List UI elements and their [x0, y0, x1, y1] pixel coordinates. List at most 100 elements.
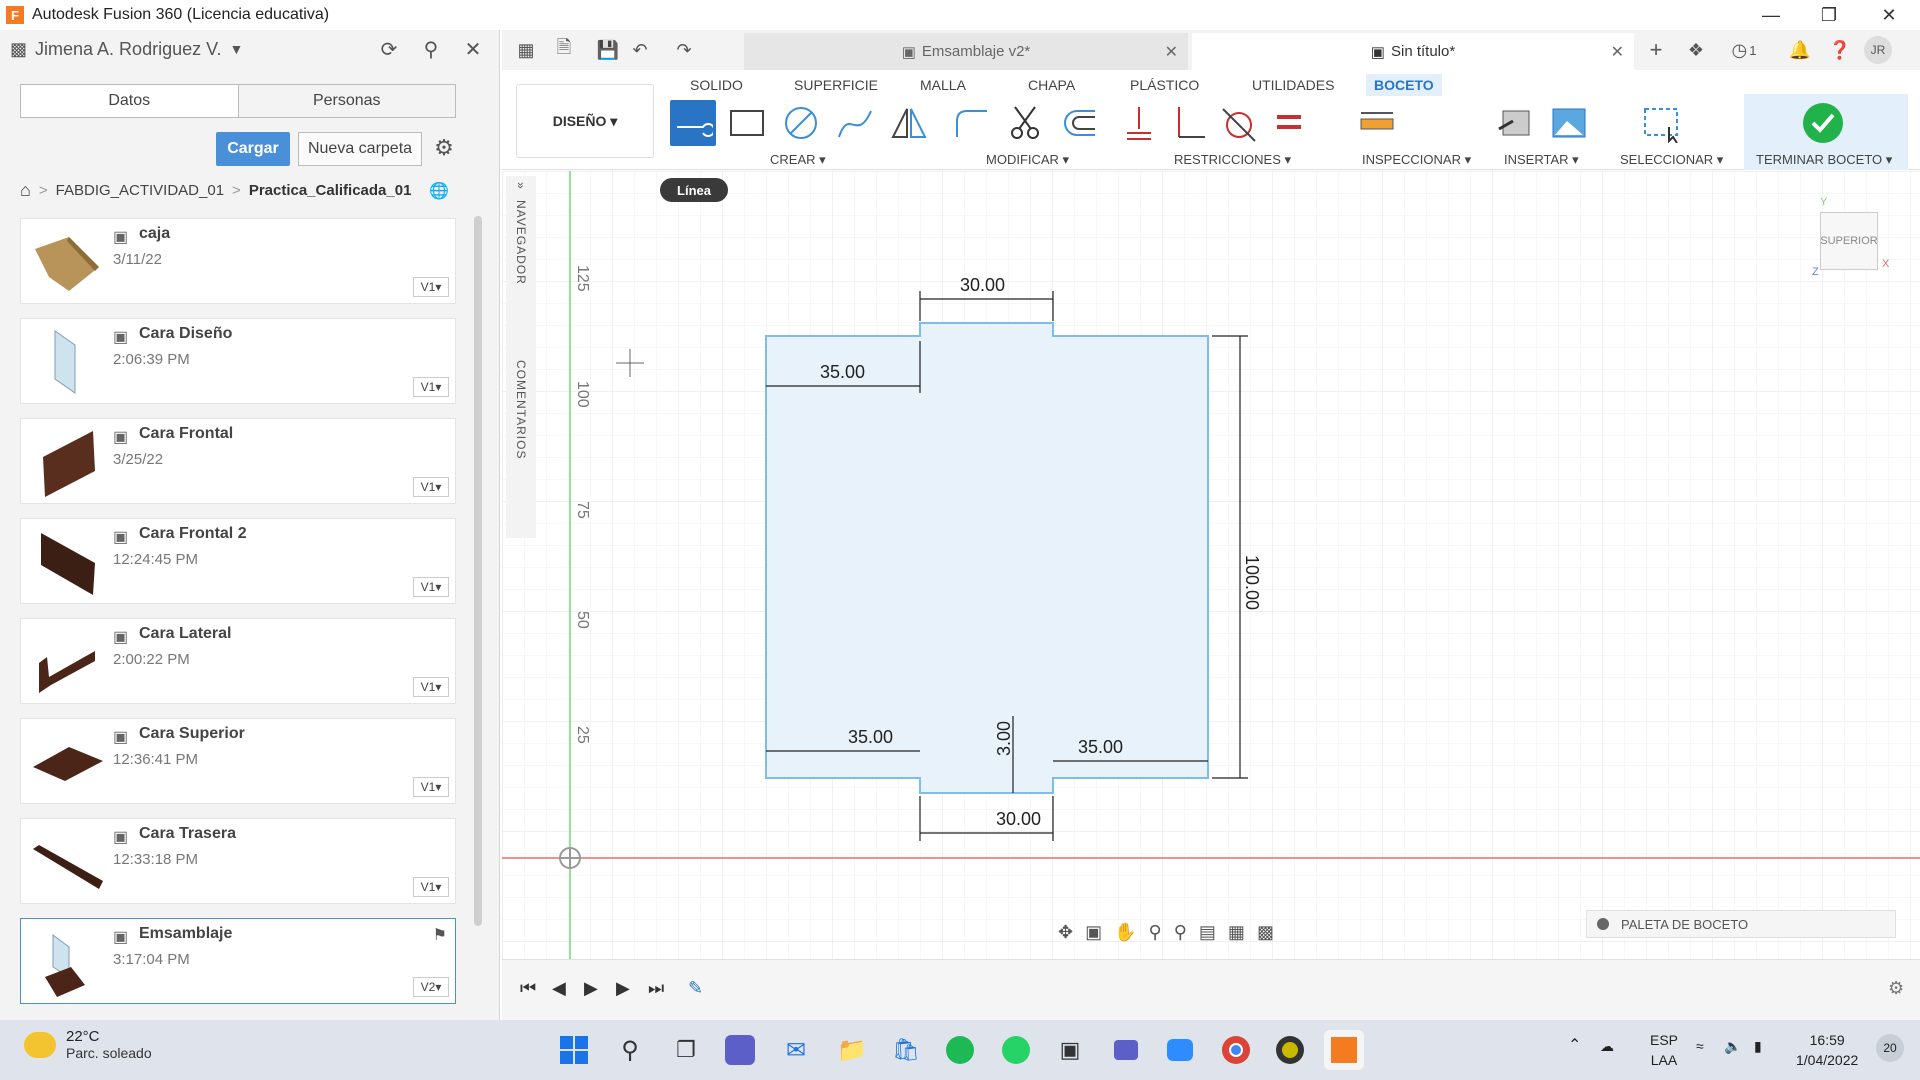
job-status-icon[interactable]: ◷ 1: [1722, 36, 1766, 64]
orbit-icon[interactable]: ✥: [1058, 922, 1073, 943]
fillet-tool-button[interactable]: [948, 100, 994, 146]
spotify-icon[interactable]: [940, 1030, 980, 1070]
app-icon[interactable]: [1270, 1030, 1310, 1070]
file-menu-icon[interactable]: 🗎: [550, 36, 578, 64]
chrome-icon[interactable]: [1216, 1030, 1256, 1070]
save-icon[interactable]: 💾: [594, 36, 622, 64]
display-settings-icon[interactable]: ▤: [1199, 922, 1216, 943]
timeline-settings-icon[interactable]: ⚙: [1888, 978, 1904, 999]
look-at-icon[interactable]: ▣: [1085, 922, 1102, 943]
version-dropdown[interactable]: V1 ▾: [413, 577, 449, 597]
sketch-timeline-item-icon[interactable]: ✎: [688, 978, 703, 999]
file-explorer-icon[interactable]: 📁: [832, 1030, 872, 1070]
tab-boceto[interactable]: BOCETO: [1366, 74, 1442, 96]
notification-badge[interactable]: 20: [1876, 1034, 1904, 1062]
insert-derive-button[interactable]: [1492, 100, 1538, 146]
list-item[interactable]: ▣ Cara Trasera 12:33:18 PM V1 ▾: [20, 818, 456, 904]
navigator-toggle[interactable]: »: [514, 182, 528, 190]
tab-superficie[interactable]: SUPERFICIE: [786, 74, 886, 96]
help-icon[interactable]: ❓: [1826, 36, 1854, 64]
list-item[interactable]: ▣ Cara Superior 12:36:41 PM V1 ▾: [20, 718, 456, 804]
clock[interactable]: 16:59 1/04/2022: [1796, 1030, 1858, 1070]
version-dropdown[interactable]: V1 ▾: [413, 477, 449, 497]
sketch-palette[interactable]: PALETA DE BOCETO: [1586, 910, 1896, 938]
chat-icon[interactable]: [725, 1035, 755, 1065]
group-crear[interactable]: CREAR ▾: [770, 152, 826, 168]
store-icon[interactable]: 🛍: [886, 1030, 926, 1070]
start-icon[interactable]: [554, 1030, 594, 1070]
search-icon[interactable]: ⚲: [610, 1030, 650, 1070]
grid-icon[interactable]: ▦: [1228, 922, 1245, 943]
upload-button[interactable]: Cargar: [216, 132, 290, 166]
spline-tool-button[interactable]: [832, 100, 878, 146]
tab-plastico[interactable]: PLÁSTICO: [1122, 74, 1207, 96]
share-globe-icon[interactable]: 🌐: [429, 181, 449, 201]
language-indicator[interactable]: ESP LAA: [1650, 1030, 1678, 1070]
teams-icon[interactable]: [1106, 1030, 1146, 1070]
close-icon[interactable]: ✕: [459, 35, 487, 63]
list-item[interactable]: ▣ Cara Lateral 2:00:22 PM V1 ▾: [20, 618, 456, 704]
insert-image-button[interactable]: [1546, 100, 1592, 146]
tab-sin-titulo[interactable]: ▣ Sin título* ✕: [1192, 33, 1634, 70]
restore-button[interactable]: ❐: [1800, 0, 1858, 30]
avatar[interactable]: JR: [1864, 36, 1892, 64]
redo-icon[interactable]: ↷: [670, 36, 698, 64]
equal-constraint-button[interactable]: [1266, 100, 1312, 146]
user-name[interactable]: Jimena A. Rodriguez V.: [35, 39, 221, 60]
extensions-icon[interactable]: ❖: [1682, 36, 1710, 64]
refresh-icon[interactable]: ⟳: [375, 35, 403, 63]
mirror-tool-button[interactable]: [886, 100, 932, 146]
coincident-constraint-button[interactable]: [1116, 100, 1162, 146]
offset-tool-button[interactable]: [1056, 100, 1102, 146]
list-item[interactable]: ▣ Cara Diseño 2:06:39 PM V1 ▾: [20, 318, 456, 404]
home-icon[interactable]: ⌂: [20, 180, 31, 201]
volume-icon[interactable]: 🔈: [1724, 1036, 1741, 1056]
step-back-icon[interactable]: ◀: [552, 978, 566, 999]
battery-icon[interactable]: ▮: [1754, 1036, 1762, 1056]
weather-widget[interactable]: 22°C Parc. soleado: [24, 1028, 152, 1061]
chevron-down-icon[interactable]: ▼: [229, 41, 243, 57]
dimension-label[interactable]: 35.00: [848, 727, 893, 747]
comments-label[interactable]: COMENTARIOS: [514, 360, 528, 459]
group-seleccionar[interactable]: SELECCIONAR ▾: [1620, 152, 1723, 168]
select-tool-button[interactable]: [1638, 100, 1684, 146]
app-grid-icon[interactable]: ▦: [512, 36, 540, 64]
whatsapp-icon[interactable]: [996, 1030, 1036, 1070]
workspace-selector[interactable]: DISEÑO ▾: [516, 84, 654, 158]
new-folder-button[interactable]: Nueva carpeta: [298, 132, 422, 166]
tab-malla[interactable]: MALLA: [912, 74, 974, 96]
zoom-app-icon[interactable]: [1160, 1030, 1200, 1070]
circle-tool-button[interactable]: [778, 100, 824, 146]
tab-utilidades[interactable]: UTILIDADES: [1244, 74, 1342, 96]
sketch-canvas[interactable]: 125 100 75 50 25 30.00 35.00 100.00 35.0…: [502, 171, 1920, 959]
list-item[interactable]: ▣ caja 3/11/22 V1 ▾: [20, 218, 456, 304]
sketch-profile[interactable]: [765, 322, 1209, 794]
line-tool-button[interactable]: [670, 100, 716, 146]
tray-overflow-icon[interactable]: ⌃: [1568, 1036, 1581, 1056]
notifications-icon[interactable]: 🔔: [1786, 36, 1814, 64]
list-item[interactable]: ▣ Emsamblaje 3:17:04 PM ⚑ V2 ▾: [20, 918, 456, 1004]
version-dropdown[interactable]: V1 ▾: [413, 277, 449, 297]
onedrive-icon[interactable]: ☁: [1600, 1036, 1614, 1056]
dimension-label[interactable]: 30.00: [996, 809, 1041, 829]
version-dropdown[interactable]: V2 ▾: [413, 977, 449, 997]
version-dropdown[interactable]: V1 ▾: [413, 677, 449, 697]
tangent-constraint-button[interactable]: [1216, 100, 1262, 146]
group-inspeccionar[interactable]: INSPECCIONAR ▾: [1362, 152, 1471, 168]
tab-datos[interactable]: Datos: [21, 85, 238, 117]
go-to-end-icon[interactable]: ⏭: [648, 978, 664, 999]
search-icon[interactable]: ⚲: [417, 35, 445, 63]
file-list-scrollbar[interactable]: [474, 216, 482, 926]
perpendicular-constraint-button[interactable]: [1166, 100, 1212, 146]
tab-personas[interactable]: Personas: [237, 85, 455, 117]
expand-icon[interactable]: [1597, 918, 1609, 930]
group-restricciones[interactable]: RESTRICCIONES ▾: [1174, 152, 1291, 168]
tab-emsamblaje[interactable]: ▣ Emsamblaje v2* ✕: [744, 33, 1188, 70]
version-dropdown[interactable]: V1 ▾: [413, 377, 449, 397]
undo-icon[interactable]: ↶: [626, 36, 654, 64]
breadcrumb-project[interactable]: FABDIG_ACTIVIDAD_01: [56, 182, 224, 199]
go-to-start-icon[interactable]: ⏮: [520, 978, 536, 999]
list-item[interactable]: ▣ Cara Frontal 2 12:24:45 PM V1 ▾: [20, 518, 456, 604]
version-dropdown[interactable]: V1 ▾: [413, 877, 449, 897]
fusion-taskbar-icon[interactable]: [1324, 1030, 1364, 1070]
